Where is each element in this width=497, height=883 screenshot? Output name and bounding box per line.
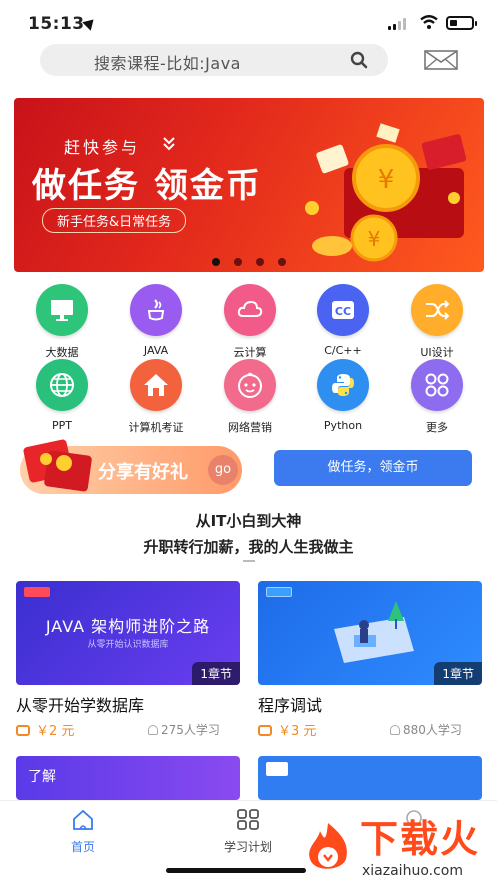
slogan-line-1: 从IT小白到大神 — [195, 512, 302, 530]
category-2[interactable]: JAVA — [111, 284, 201, 357]
monitor-icon — [36, 284, 88, 336]
course-price: ￥3 元 — [258, 720, 316, 739]
pager-dot[interactable] — [278, 258, 286, 266]
promo-banner[interactable]: ¥ ¥ 赶快参与 做任务 领金币 新手任务&日常任务 — [14, 98, 484, 272]
divider — [243, 560, 255, 562]
do-task-button[interactable]: 做任务，领金币 — [274, 450, 472, 486]
category-8[interactable]: 网络营销 — [205, 359, 295, 435]
brand-logo — [24, 587, 50, 597]
svg-text:¥: ¥ — [368, 227, 381, 251]
category-label: UI设计 — [420, 346, 454, 359]
category-4[interactable]: CC C/C++ — [298, 284, 388, 357]
category-1[interactable]: 大数据 — [17, 284, 107, 360]
category-9[interactable]: Python — [298, 359, 388, 432]
category-label: PPT — [52, 419, 72, 432]
category-3[interactable]: 云计算 — [205, 284, 295, 360]
category-label: 计算机考证 — [128, 421, 184, 434]
svg-text:CC: CC — [335, 305, 351, 318]
thumb-title: JAVA 架构师进阶之路 — [45, 617, 211, 636]
category-label: JAVA — [143, 344, 169, 357]
grid-icon — [237, 809, 259, 830]
category-5[interactable]: UI设计 — [392, 284, 482, 360]
learner-count-text: 880人学习 — [403, 723, 462, 737]
shuffle-icon — [411, 284, 463, 336]
learner-count-text: 275人学习 — [161, 723, 220, 737]
category-6[interactable]: PPT — [17, 359, 107, 432]
phone-illustration — [334, 601, 414, 663]
flame-logo-icon — [309, 823, 347, 869]
wifi-icon — [420, 15, 438, 29]
go-button[interactable]: go — [208, 455, 238, 485]
category-label: 大数据 — [45, 346, 79, 359]
banner-task-pill: 新手任务&日常任务 — [42, 208, 187, 233]
chapter-badge: 1章节 — [434, 662, 482, 685]
status-time: 15:13 — [28, 14, 85, 34]
pager-dot[interactable] — [212, 258, 220, 266]
cellular-signal-icon — [388, 18, 410, 30]
double-chevron-down-icon — [163, 137, 175, 151]
tab-label: 学习计划 — [223, 840, 272, 854]
category-7[interactable]: 计算机考证 — [111, 359, 201, 435]
slogan-line-2: 升职转行加薪，我的人生我做主 — [143, 538, 354, 556]
banner-headline: 做任务 领金币 — [32, 166, 262, 206]
tab-label: 首页 — [70, 840, 95, 854]
home-icon — [130, 359, 182, 411]
home-icon — [73, 809, 93, 830]
watermark-text: 下载火 — [360, 817, 481, 861]
tab-study-plan[interactable]: 学习计划 — [203, 809, 293, 855]
mail-icon[interactable] — [424, 50, 458, 70]
coin-icon — [258, 725, 272, 736]
brand-logo — [266, 587, 292, 597]
coin-icon — [16, 725, 30, 736]
course-card-thumb-partial[interactable]: 了解 — [16, 756, 240, 800]
course-card-thumb-partial[interactable] — [258, 756, 482, 800]
category-label: 云计算 — [233, 346, 267, 359]
red-envelope-icon — [23, 439, 92, 492]
more-grid-icon — [411, 359, 463, 411]
search-bar[interactable]: 搜索课程-比如:Java — [40, 44, 388, 76]
home-indicator — [166, 868, 306, 873]
chapter-badge: 1章节 — [192, 662, 240, 685]
svg-text:¥: ¥ — [378, 165, 395, 195]
python-icon — [317, 359, 369, 411]
course-card-thumb[interactable]: 1章节 — [258, 581, 482, 685]
person-icon — [148, 725, 158, 735]
watermark-url: xiazaihuo.com — [362, 863, 463, 879]
price-value: ￥2 元 — [36, 724, 75, 739]
brand-logo — [266, 762, 288, 776]
thumb-subtitle: 从零开始认识数据库 — [87, 640, 169, 650]
partial-thumb-text: 了解 — [28, 769, 56, 785]
course-card-thumb[interactable]: JAVA 架构师进阶之路 从零开始认识数据库 1章节 — [16, 581, 240, 685]
course-title[interactable]: 从零开始学数据库 — [16, 692, 144, 716]
category-label: 更多 — [426, 421, 448, 434]
banner-pager[interactable] — [212, 251, 300, 270]
category-label: 网络营销 — [228, 421, 272, 434]
course-title[interactable]: 程序调试 — [258, 692, 322, 716]
learner-count: 880人学习 — [390, 721, 462, 738]
share-label: 分享有好礼 — [98, 462, 188, 483]
course-price: ￥2 元 — [16, 720, 74, 739]
search-icon[interactable] — [350, 51, 368, 69]
watermark: 下载火 xiazaihuo.com — [300, 815, 492, 883]
learner-count: 275人学习 — [148, 721, 220, 738]
java-cup-icon — [130, 284, 182, 336]
category-label: Python — [323, 419, 363, 432]
status-bar: 15:13 — [0, 0, 497, 44]
pager-dot[interactable] — [234, 258, 242, 266]
category-10[interactable]: 更多 — [392, 359, 482, 435]
cc-icon: CC — [317, 284, 369, 336]
banner-kicker: 赶快参与 — [64, 138, 141, 157]
cloud-icon — [224, 284, 276, 336]
category-label: C/C++ — [324, 344, 362, 357]
price-value: ￥3 元 — [278, 724, 317, 739]
globe-icon — [36, 359, 88, 411]
tab-home[interactable]: 首页 — [38, 809, 128, 855]
gold-coin-illustration: ¥ ¥ — [305, 123, 467, 262]
battery-icon — [446, 16, 477, 30]
search-placeholder: 搜索课程-比如:Java — [94, 54, 241, 73]
pager-dot[interactable] — [256, 258, 264, 266]
person-icon — [390, 725, 400, 735]
baby-face-icon — [224, 359, 276, 411]
